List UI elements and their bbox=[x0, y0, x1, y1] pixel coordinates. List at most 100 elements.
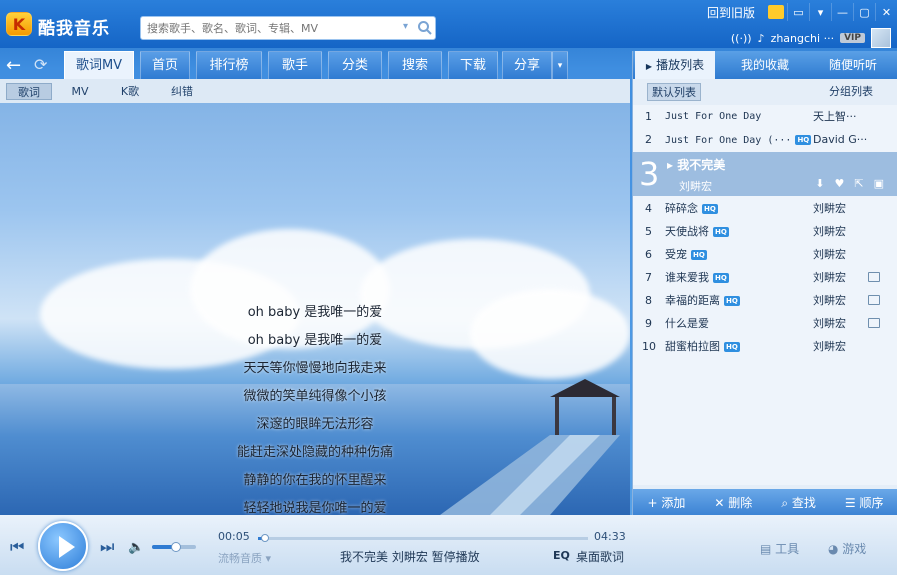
volume-slider[interactable] bbox=[152, 542, 196, 552]
tab-lyrics-mv[interactable]: 歌词MV bbox=[64, 51, 134, 79]
track-number: 7 bbox=[645, 271, 652, 284]
tab-download[interactable]: 下载 bbox=[448, 51, 498, 79]
tab-home[interactable]: 首页 bbox=[140, 51, 190, 79]
tab-share[interactable]: 分享 bbox=[502, 51, 552, 79]
quality-select[interactable]: 流畅音质 ▾ bbox=[218, 550, 271, 566]
search-input[interactable] bbox=[147, 19, 397, 37]
panel-tabs: ▶ 播放列表 我的收藏 随便听听 bbox=[633, 51, 897, 79]
hq-badge: HQ bbox=[713, 273, 729, 283]
share-icon[interactable]: ⇱ bbox=[854, 177, 863, 190]
track-artist: David G··· bbox=[813, 133, 868, 146]
mv-icon[interactable]: ▣ bbox=[874, 177, 884, 190]
volume-icon[interactable]: 🔈 bbox=[128, 540, 144, 555]
progress-knob[interactable] bbox=[260, 534, 269, 542]
mv-icon[interactable] bbox=[868, 318, 880, 328]
vip-badge[interactable]: VIP bbox=[840, 33, 865, 43]
avatar[interactable] bbox=[871, 28, 891, 48]
tab-artists[interactable]: 歌手 bbox=[268, 51, 322, 79]
mv-icon[interactable] bbox=[868, 295, 880, 305]
playlist-panel: ▶ 播放列表 我的收藏 随便听听 默认列表 分组列表 1 Just For One… bbox=[632, 51, 897, 515]
tools-button[interactable]: ▤ 工具 bbox=[760, 540, 799, 557]
download-icon[interactable]: ⬇ bbox=[815, 177, 824, 190]
subtab-karaoke[interactable]: K歌 bbox=[112, 83, 148, 100]
subtab-correct[interactable]: 纠错 bbox=[162, 83, 202, 100]
toolbox-icon: ▤ bbox=[760, 542, 776, 556]
now-playing-title-text: 我不完美 bbox=[677, 158, 726, 172]
subtab-mv[interactable]: MV bbox=[62, 83, 98, 100]
track-artist: 刘畊宏 bbox=[813, 202, 846, 215]
maximize-icon[interactable]: ▢ bbox=[853, 3, 875, 21]
heart-icon[interactable]: ♥ bbox=[835, 177, 845, 190]
eq-button[interactable]: EQ bbox=[553, 549, 570, 562]
now-playing-title: ▸ 我不完美 bbox=[667, 158, 726, 172]
list-item[interactable]: 6 受宠 HQ 刘畊宏 bbox=[633, 243, 897, 266]
games-button[interactable]: ◕ 游戏 bbox=[828, 540, 866, 557]
tab-charts[interactable]: 排行榜 bbox=[196, 51, 262, 79]
lyric-line: 静静的你在我的怀里醒来 bbox=[243, 473, 387, 488]
play-button[interactable] bbox=[38, 521, 88, 571]
track-title: 谁来爱我 bbox=[665, 271, 709, 284]
tab-search[interactable]: 搜索 bbox=[388, 51, 442, 79]
playlist-toolbar: + 添加 ✕ 删除 ⌕ 查找 ☰ 顺序 bbox=[633, 489, 897, 515]
group-list-button[interactable]: 分组列表 bbox=[825, 83, 877, 101]
menu-icon[interactable]: ▾ bbox=[809, 3, 831, 21]
desktop-lyrics-button[interactable]: 桌面歌词 bbox=[576, 548, 624, 565]
list-item[interactable]: 2 Just For One Day (··· HQ David G··· bbox=[633, 128, 897, 151]
search-icon[interactable] bbox=[417, 20, 433, 36]
window-controls: 回到旧版 ▭ ▾ — ▢ ✕ bbox=[707, 2, 897, 22]
track-artist: 刘畊宏 bbox=[813, 340, 846, 353]
search-box[interactable]: ▾ bbox=[140, 16, 436, 40]
list-item[interactable]: 9 什么是爱 刘畊宏 bbox=[633, 312, 897, 335]
expand-arrow-icon: ▶ bbox=[645, 62, 653, 71]
track-artist: 天上智··· bbox=[813, 110, 857, 123]
play-order-button[interactable]: ☰ 顺序 bbox=[845, 494, 884, 511]
mini-mode-icon[interactable]: ▭ bbox=[787, 3, 809, 21]
username[interactable]: zhangchi ··· bbox=[771, 32, 835, 45]
total-time: 04:33 bbox=[594, 530, 626, 543]
refresh-icon[interactable]: ⟳ bbox=[34, 55, 47, 74]
mv-icon[interactable] bbox=[868, 272, 880, 282]
track-number: 6 bbox=[645, 248, 652, 261]
track-title: Just For One Day (··· bbox=[665, 135, 792, 146]
list-item[interactable]: 10 甜蜜柏拉图 HQ 刘畊宏 bbox=[633, 335, 897, 358]
volume-knob[interactable] bbox=[171, 542, 182, 552]
back-arrow-icon[interactable]: ← bbox=[6, 55, 21, 76]
wireless-icon[interactable]: ((·)) bbox=[731, 32, 752, 45]
tab-playlist-label: 播放列表 bbox=[656, 58, 705, 72]
list-item[interactable]: 1 Just For One Day 天上智··· bbox=[633, 105, 897, 128]
lyric-line: oh baby 是我唯一的爱 bbox=[247, 333, 383, 348]
now-playing-row[interactable]: 3 ▸ 我不完美 刘畊宏 ⬇ ♥ ⇱ ▣ bbox=[633, 152, 897, 196]
track-artist: 刘畊宏 bbox=[813, 271, 846, 284]
play-icon bbox=[59, 536, 75, 558]
add-button[interactable]: + 添加 bbox=[648, 494, 686, 511]
delete-button[interactable]: ✕ 删除 bbox=[714, 494, 752, 511]
tab-more-icon[interactable]: ▾ bbox=[552, 51, 568, 79]
progress-bar[interactable] bbox=[258, 534, 588, 542]
music-note-icon[interactable]: ♪ bbox=[758, 32, 765, 45]
tab-playlist[interactable]: ▶ 播放列表 bbox=[635, 51, 715, 79]
old-version-link[interactable]: 回到旧版 bbox=[707, 4, 755, 21]
list-item[interactable]: 7 谁来爱我 HQ 刘畊宏 bbox=[633, 266, 897, 289]
hq-badge: HQ bbox=[724, 342, 740, 352]
lyric-line: 天天等你慢慢地向我走来 bbox=[243, 361, 387, 376]
search-history-dropdown-icon[interactable]: ▾ bbox=[403, 21, 408, 32]
list-item[interactable]: 8 幸福的距离 HQ 刘畊宏 bbox=[633, 289, 897, 312]
minimize-icon[interactable]: — bbox=[831, 3, 853, 21]
hq-badge: HQ bbox=[702, 204, 718, 214]
list-item[interactable]: 5 天使战将 HQ 刘畊宏 bbox=[633, 220, 897, 243]
track-number: 3 bbox=[639, 155, 660, 193]
list-item[interactable]: 4 碎碎念 HQ 刘畊宏 bbox=[633, 197, 897, 220]
find-button[interactable]: ⌕ 查找 bbox=[781, 494, 816, 511]
tab-random-listen[interactable]: 随便听听 bbox=[813, 51, 893, 79]
default-list-button[interactable]: 默认列表 bbox=[647, 83, 701, 101]
subtab-lyrics[interactable]: 歌词 bbox=[6, 83, 52, 100]
tab-favorites[interactable]: 我的收藏 bbox=[725, 51, 805, 79]
next-icon[interactable]: ⏭ bbox=[100, 537, 114, 557]
close-icon[interactable]: ✕ bbox=[875, 3, 897, 21]
games-label: 游戏 bbox=[842, 542, 867, 556]
tab-categories[interactable]: 分类 bbox=[328, 51, 382, 79]
previous-icon[interactable]: ⏮ bbox=[10, 537, 24, 557]
skin-icon[interactable] bbox=[768, 5, 784, 19]
track-title: 碎碎念 bbox=[665, 202, 698, 215]
track-artist: 刘畊宏 bbox=[813, 294, 846, 307]
